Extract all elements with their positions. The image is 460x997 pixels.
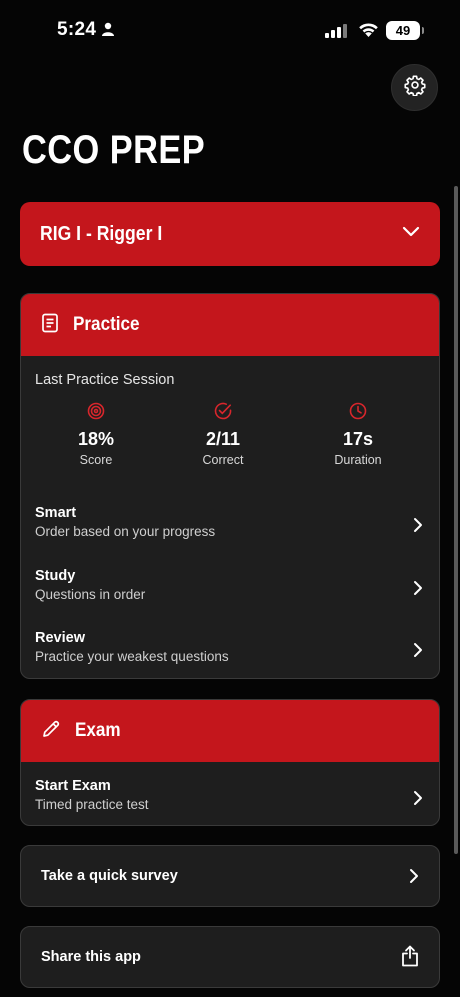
battery-indicator: 49 xyxy=(386,21,424,40)
duration-value: 17s xyxy=(342,429,374,449)
start-exam-subtitle: Timed practice test xyxy=(35,797,149,812)
chevron-right-icon xyxy=(409,868,419,889)
score-stat: 18% Score xyxy=(41,402,151,467)
notebook-icon xyxy=(41,313,59,338)
chevron-right-icon xyxy=(413,642,423,663)
chevron-right-icon xyxy=(413,517,423,538)
wifi-icon xyxy=(358,22,379,43)
last-session-label: Last Practice Session xyxy=(35,372,175,388)
practice-mode-smart[interactable]: Smart Order based on your progress xyxy=(21,505,439,561)
check-circle-icon xyxy=(168,402,278,425)
practice-mode-review[interactable]: Review Practice your weakest questions xyxy=(21,630,439,678)
smart-title: Smart xyxy=(35,505,77,521)
page-title: CCO PREP xyxy=(22,128,206,172)
smart-subtitle: Order based on your progress xyxy=(35,524,216,539)
start-exam-title: Start Exam xyxy=(35,778,111,794)
practice-card-header: Practice xyxy=(21,294,439,356)
duration-stat: 17s Duration xyxy=(303,402,413,467)
exam-card-header: Exam xyxy=(21,700,439,762)
person-icon xyxy=(101,22,115,41)
chevron-down-icon xyxy=(402,225,420,243)
last-session-stats: 18% Score 2/11 Correct 17s Duration xyxy=(21,402,439,472)
duration-label: Duration xyxy=(334,453,382,467)
target-icon xyxy=(41,402,151,425)
exam-card: Exam Start Exam Timed practice test xyxy=(20,699,440,826)
scrollbar[interactable] xyxy=(454,186,458,854)
exam-title: Exam xyxy=(75,720,121,741)
study-title: Study xyxy=(35,568,76,584)
chevron-right-icon xyxy=(413,790,423,811)
gear-icon xyxy=(403,74,426,101)
practice-title: Practice xyxy=(73,314,140,335)
correct-value: 2/11 xyxy=(205,429,241,449)
certification-select[interactable]: RIG I - Rigger I xyxy=(20,202,440,266)
score-value: 18% xyxy=(77,429,115,449)
review-subtitle: Practice your weakest questions xyxy=(35,649,229,664)
status-bar: 5:24 49 xyxy=(0,0,460,60)
status-time: 5:24 xyxy=(57,19,97,40)
share-label: Share this app xyxy=(41,949,141,965)
certification-select-label: RIG I - Rigger I xyxy=(40,222,163,245)
survey-button[interactable]: Take a quick survey xyxy=(20,845,440,907)
settings-button[interactable] xyxy=(391,64,438,111)
correct-label: Correct xyxy=(202,453,244,467)
share-icon xyxy=(401,945,419,972)
correct-stat: 2/11 Correct xyxy=(168,402,278,467)
study-subtitle: Questions in order xyxy=(35,587,146,602)
start-exam-row[interactable]: Start Exam Timed practice test xyxy=(21,778,439,825)
chevron-right-icon xyxy=(413,580,423,601)
pencil-icon xyxy=(41,719,61,744)
review-title: Review xyxy=(35,630,85,646)
clock-icon xyxy=(303,402,413,425)
practice-mode-study[interactable]: Study Questions in order xyxy=(21,568,439,624)
share-button[interactable]: Share this app xyxy=(20,926,440,988)
cellular-signal-icon xyxy=(325,24,347,43)
practice-card: Practice Last Practice Session 18% Score… xyxy=(20,293,440,679)
score-label: Score xyxy=(79,453,113,467)
survey-label: Take a quick survey xyxy=(41,868,178,884)
